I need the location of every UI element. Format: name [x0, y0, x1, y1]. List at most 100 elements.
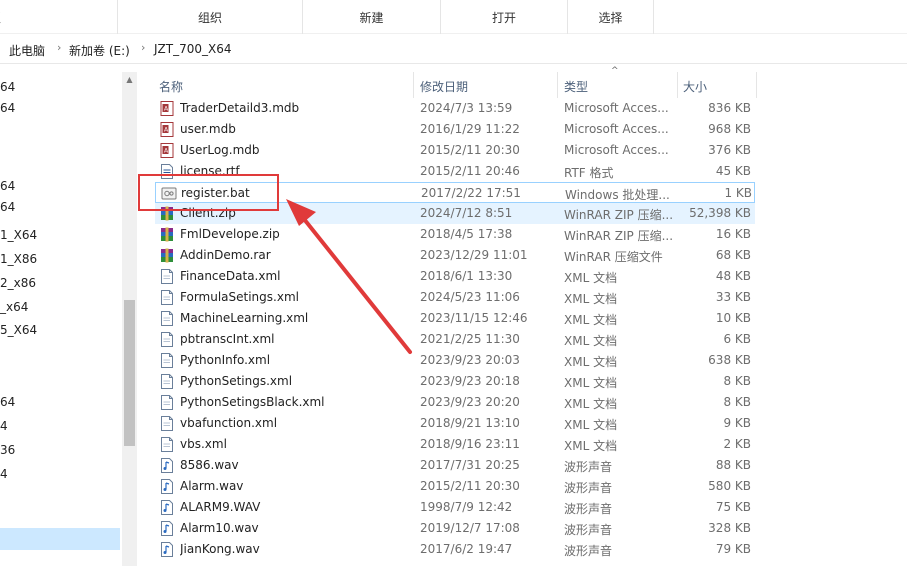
access-db-icon: A	[160, 122, 174, 137]
breadcrumb-drive[interactable]: 新加卷 (E:)	[69, 42, 130, 59]
file-name: user.mdb	[180, 122, 236, 136]
column-header-size[interactable]: 大小	[683, 72, 757, 98]
nav-tree-item[interactable]: 5_X64	[0, 323, 37, 345]
file-type: Windows 批处理...	[565, 188, 670, 202]
audio-file-icon	[160, 542, 174, 557]
file-row[interactable]: JianKong.wav 2017/6/2 19:47 波形声音 79 KB	[155, 539, 755, 560]
file-date: 2015/2/11 20:30	[420, 143, 520, 157]
column-header-date[interactable]: 修改日期	[420, 72, 558, 98]
file-name: FmlDevelope.zip	[180, 227, 280, 241]
breadcrumb-separator[interactable]: ›	[57, 41, 61, 54]
file-row[interactable]: FinanceData.xml 2018/6/1 13:30 XML 文档 48 KB	[155, 266, 755, 287]
audio-file-icon	[160, 500, 174, 515]
column-headers: 名称 修改日期 类型 大小	[137, 72, 907, 98]
winrar-archive-icon	[160, 227, 174, 242]
access-db-icon: A	[160, 143, 174, 158]
nav-tree-item[interactable]: 4	[0, 419, 8, 441]
file-row[interactable]: 8586.wav 2017/7/31 20:25 波形声音 88 KB	[155, 455, 755, 476]
file-size: 45 KB	[715, 164, 751, 178]
nav-tree-item[interactable]: 64	[0, 200, 15, 222]
nav-tree-item[interactable]: 1_X86	[0, 252, 37, 274]
file-size: 75 KB	[715, 500, 751, 514]
breadcrumb-this-pc[interactable]: 此电脑	[9, 42, 45, 59]
xml-document-icon	[160, 269, 174, 284]
column-header-name[interactable]: 名称	[159, 72, 414, 98]
file-type: XML 文档	[564, 271, 618, 285]
sort-ascending-icon: ^	[611, 66, 619, 76]
xml-document-icon	[160, 374, 174, 389]
file-row[interactable]: Auser.mdb 2016/1/29 11:22 Microsoft Acces.…	[155, 119, 755, 140]
file-date: 1998/7/9 12:42	[420, 500, 513, 514]
navigation-pane: 64 64 64 64 1_X64 1_X86 2_x86 _x64 5_X64 64 4 36 4	[0, 66, 137, 566]
file-date: 2023/9/23 20:18	[420, 374, 520, 388]
file-type: Microsoft Acces...	[564, 101, 669, 115]
file-type: Microsoft Acces...	[564, 143, 669, 157]
nav-tree-item[interactable]: 2_x86	[0, 276, 36, 298]
file-type: XML 文档	[564, 439, 618, 453]
column-header-type[interactable]: 类型	[564, 72, 678, 98]
access-db-icon: A	[160, 101, 174, 116]
breadcrumb-separator[interactable]: ›	[141, 41, 145, 54]
file-row[interactable]: FmlDevelope.zip 2018/4/5 17:38 WinRAR ZIP …	[155, 224, 755, 245]
file-row[interactable]: AddinDemo.rar 2023/12/29 11:01 WinRAR 压缩文件…	[155, 245, 755, 266]
file-row[interactable]: PythonSetingsBlack.xml 2023/9/23 20:20 XML…	[155, 392, 755, 413]
file-type: XML 文档	[564, 334, 618, 348]
file-date: 2023/11/15 12:46	[420, 311, 528, 325]
address-bar[interactable]: 此电脑 › 新加卷 (E:) › JZT_700_X64	[0, 34, 907, 64]
nav-tree-item[interactable]: 64	[0, 80, 15, 102]
file-row[interactable]: A TraderDetaild3.mdb 2024/7/3 13:59 Microso…	[155, 98, 755, 119]
file-row[interactable]: PythonInfo.xml 2023/9/23 20:03 XML 文档 638 K…	[155, 350, 755, 371]
nav-tree-item[interactable]: 1_X64	[0, 228, 37, 250]
audio-file-icon	[160, 479, 174, 494]
xml-document-icon	[160, 437, 174, 452]
file-row[interactable]: MachineLearning.xml 2023/11/15 12:46 XML 文…	[155, 308, 755, 329]
nav-scrollbar[interactable]: ▲	[122, 72, 137, 566]
file-row[interactable]: FormulaSetings.xml 2024/5/23 11:06 XML 文档 3…	[155, 287, 755, 308]
file-type: 波形声音	[564, 544, 613, 558]
xml-document-icon	[160, 416, 174, 431]
file-type: XML 文档	[564, 397, 618, 411]
nav-tree-item[interactable]: _x64	[0, 300, 28, 322]
nav-tree-item[interactable]: 4	[0, 467, 8, 489]
ribbon-group-open[interactable]: 打开	[440, 0, 567, 34]
ribbon-group-select[interactable]: 选择	[567, 0, 653, 34]
nav-tree-item[interactable]: 64	[0, 101, 15, 123]
file-row[interactable]: vbafunction.xml 2018/9/21 13:10 XML 文档 9 KB	[155, 413, 755, 434]
file-size: 33 KB	[715, 290, 751, 304]
file-name: FormulaSetings.xml	[180, 290, 299, 304]
ribbon-group-label: 板	[0, 9, 117, 26]
file-date: 2017/7/31 20:25	[420, 458, 520, 472]
file-row[interactable]: vbs.xml 2018/9/16 23:11 XML 文档 2 KB	[155, 434, 755, 455]
file-size: 48 KB	[715, 269, 751, 283]
file-row[interactable]: PythonSetings.xml 2023/9/23 20:18 XML 文档 8 …	[155, 371, 755, 392]
file-name: MachineLearning.xml	[180, 311, 309, 325]
ribbon-group-new[interactable]: 新建	[302, 0, 440, 34]
ribbon-group-organize[interactable]: 组织	[117, 0, 302, 34]
file-row[interactable]: A UserLog.mdb 2015/2/11 20:30 Microsoft Acc…	[155, 140, 755, 161]
ribbon-group-empty	[653, 0, 907, 34]
file-name: Alarm10.wav	[180, 521, 259, 535]
file-type: 波形声音	[564, 481, 613, 495]
file-row[interactable]: ALARM9.WAV 1998/7/9 12:42 波形声音 75 KB	[155, 497, 755, 518]
nav-tree-item[interactable]: 64	[0, 395, 15, 417]
file-name: FinanceData.xml	[180, 269, 281, 283]
nav-selected-item[interactable]	[0, 528, 120, 550]
file-size: 2 KB	[723, 437, 751, 451]
file-row[interactable]: pbtranscInt.xml 2021/2/25 11:30 XML 文档 6 KB	[155, 329, 755, 350]
file-name: vbs.xml	[180, 437, 227, 451]
file-date: 2018/6/1 13:30	[420, 269, 513, 283]
file-date: 2015/2/11 20:46	[420, 164, 520, 178]
file-type: WinRAR ZIP 压缩...	[564, 208, 672, 222]
scroll-up-arrow-icon[interactable]: ▲	[122, 72, 137, 88]
file-name: UserLog.mdb	[180, 143, 260, 157]
nav-tree-item[interactable]: 36	[0, 443, 15, 465]
nav-tree-item[interactable]: 64	[0, 179, 15, 201]
xml-document-icon	[160, 311, 174, 326]
breadcrumb-folder[interactable]: JZT_700_X64	[154, 42, 231, 56]
file-date: 2018/4/5 17:38	[420, 227, 513, 241]
file-row[interactable]: Alarm10.wav 2019/12/7 17:08 波形声音 328 KB	[155, 518, 755, 539]
scrollbar-thumb[interactable]	[124, 300, 135, 446]
file-row[interactable]: Alarm.wav 2015/2/11 20:30 波形声音 580 KB	[155, 476, 755, 497]
ribbon-group-clipboard[interactable]: 板	[0, 0, 117, 34]
file-date: 2023/9/23 20:20	[420, 395, 520, 409]
